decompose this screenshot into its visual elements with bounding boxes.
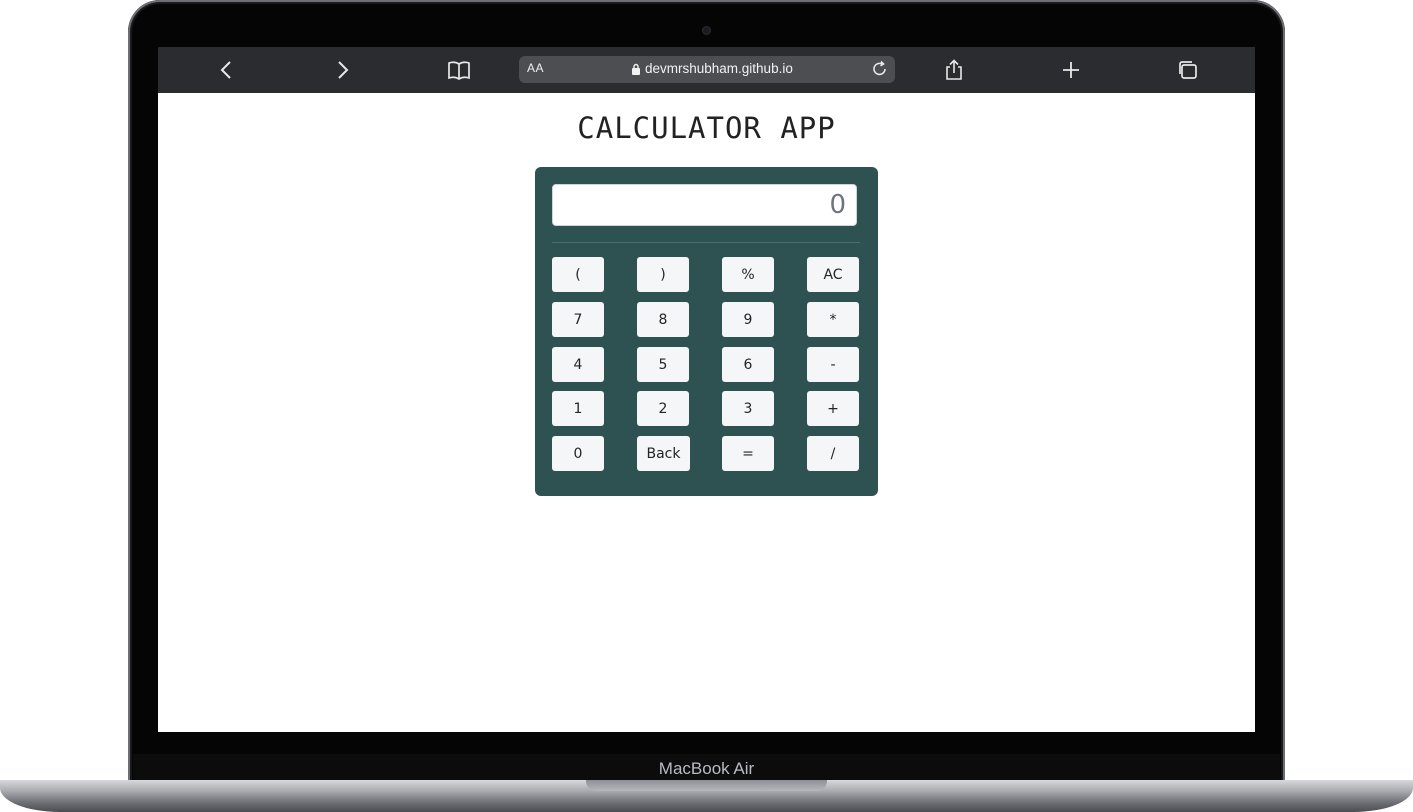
key-4[interactable]: 4 bbox=[552, 347, 604, 382]
key-2[interactable]: 2 bbox=[637, 391, 689, 426]
key-subtract[interactable]: - bbox=[807, 347, 859, 382]
key-7[interactable]: 7 bbox=[552, 302, 604, 337]
tabs-icon bbox=[1179, 61, 1197, 79]
key-percent[interactable]: % bbox=[722, 257, 774, 292]
browser-window: AA devmrshubham.github.io CALCULATOR APP… bbox=[158, 47, 1255, 732]
lock-icon bbox=[632, 63, 640, 75]
key-divide[interactable]: / bbox=[807, 436, 859, 471]
address-bar[interactable]: AA devmrshubham.github.io bbox=[519, 56, 895, 83]
key-back[interactable]: Back bbox=[637, 436, 690, 471]
share-button[interactable] bbox=[941, 58, 967, 82]
key-1[interactable]: 1 bbox=[552, 391, 604, 426]
device-model-label: MacBook Air bbox=[658, 759, 755, 778]
back-button[interactable] bbox=[213, 58, 239, 82]
key-3[interactable]: 3 bbox=[722, 391, 774, 426]
key-open-paren[interactable]: ( bbox=[552, 257, 604, 292]
url-display[interactable]: devmrshubham.github.io bbox=[631, 61, 793, 76]
page-title: CALCULATOR APP bbox=[577, 111, 836, 145]
share-icon bbox=[946, 59, 962, 80]
tabs-overview-button[interactable] bbox=[1175, 58, 1201, 82]
forward-button[interactable] bbox=[330, 58, 356, 82]
key-multiply[interactable]: * bbox=[807, 302, 859, 337]
key-close-paren[interactable]: ) bbox=[637, 257, 689, 292]
key-8[interactable]: 8 bbox=[637, 302, 689, 337]
key-9[interactable]: 9 bbox=[722, 302, 774, 337]
new-tab-button[interactable] bbox=[1058, 58, 1084, 82]
key-add[interactable]: + bbox=[807, 391, 859, 426]
laptop-notch bbox=[586, 780, 827, 791]
chevron-left-icon bbox=[220, 61, 231, 79]
key-5[interactable]: 5 bbox=[637, 347, 689, 382]
calculator-display[interactable]: 0 bbox=[552, 184, 857, 226]
key-equals[interactable]: = bbox=[722, 436, 774, 471]
key-clear[interactable]: AC bbox=[807, 257, 859, 292]
calculator-panel: 0 ( ) % AC 7 8 9 * 4 5 6 - 1 2 3 + 0 Bac… bbox=[535, 167, 878, 496]
url-text: devmrshubham.github.io bbox=[645, 61, 793, 76]
key-6[interactable]: 6 bbox=[722, 347, 774, 382]
plus-icon bbox=[1063, 62, 1079, 78]
bookmarks-button[interactable] bbox=[446, 58, 472, 82]
key-0[interactable]: 0 bbox=[552, 436, 604, 471]
chevron-right-icon bbox=[338, 61, 349, 79]
text-size-button[interactable]: AA bbox=[527, 61, 544, 75]
reload-icon[interactable] bbox=[871, 60, 889, 78]
browser-toolbar: AA devmrshubham.github.io bbox=[158, 47, 1255, 93]
camera-icon bbox=[703, 27, 710, 34]
divider bbox=[552, 242, 860, 243]
book-icon bbox=[448, 61, 470, 80]
